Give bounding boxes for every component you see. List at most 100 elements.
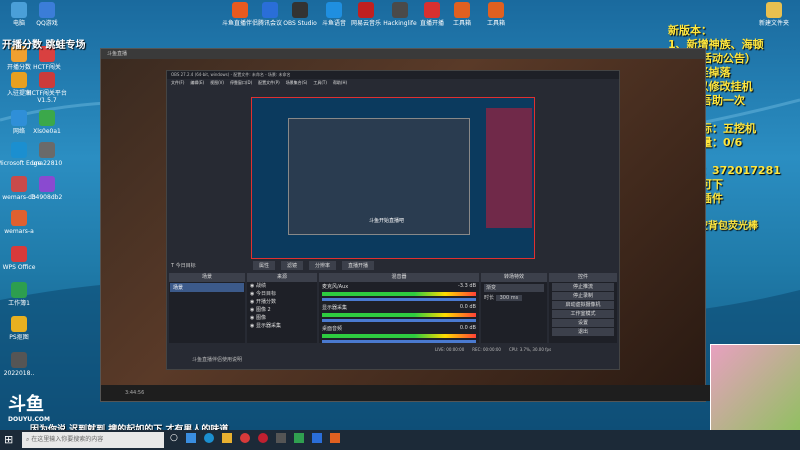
taskbar-app-icon[interactable] xyxy=(257,433,268,443)
scene-item[interactable]: 场景 xyxy=(170,283,244,292)
desktop-icon[interactable]: 工作簿1 xyxy=(0,282,46,307)
desktop-icon-label: wemars-a xyxy=(4,228,34,235)
obs-tab[interactable]: 属性 xyxy=(253,261,276,270)
obs-titlebar[interactable]: OBS 27.2.4 (64-bit, windows) - 配置文件: 未命名… xyxy=(167,71,619,79)
obs-title: OBS 27.2.4 (64-bit, windows) - 配置文件: 未命名… xyxy=(171,72,291,77)
bottom-hint[interactable]: 斗鱼直播伴侣使用说明 xyxy=(192,356,242,363)
control-button[interactable]: 退出 xyxy=(552,328,614,336)
obs-tab[interactable]: 分辨率 xyxy=(309,261,337,270)
taskbar-apps: ○ xyxy=(170,433,340,443)
taskbar-app-icon[interactable] xyxy=(185,433,196,443)
volume-slider[interactable] xyxy=(322,340,476,343)
app-icon xyxy=(766,2,782,18)
nested-caption: 斗鱼开始直播吧 xyxy=(369,218,405,224)
search-placeholder: 在这里输入你要搜索的内容 xyxy=(31,436,104,443)
obs-tab[interactable]: 滤镜 xyxy=(281,261,304,270)
source-item[interactable]: ◉ 图像 2 xyxy=(247,306,317,314)
volume-meter xyxy=(322,292,476,296)
duration-input[interactable]: 300 ms xyxy=(495,295,523,301)
taskbar: ⊞ ⌕ 在这里输入你要搜索的内容 ○ xyxy=(0,430,800,450)
app-icon xyxy=(11,352,27,368)
menu-item[interactable]: 编辑(E) xyxy=(190,80,204,85)
app-icon xyxy=(488,2,504,18)
desktop-icon[interactable]: 34908db2 xyxy=(20,176,74,201)
menu-item[interactable]: 停靠窗口(D) xyxy=(230,80,252,85)
control-button[interactable]: 停止推流 xyxy=(552,283,614,291)
app-icon xyxy=(39,72,55,88)
control-button[interactable]: 停止录制 xyxy=(552,292,614,300)
control-button[interactable]: 设置 xyxy=(552,319,614,327)
app-icon xyxy=(39,2,55,18)
overlay-left-text2: 跳蛙专场 xyxy=(45,40,86,51)
streamer-avatar xyxy=(710,344,800,432)
obs-window[interactable]: OBS 27.2.4 (64-bit, windows) - 配置文件: 未命名… xyxy=(166,70,620,370)
desktop-icon[interactable]: QQ游戏 xyxy=(20,2,74,27)
controls-panel: 控件 停止推流 停止录制 启动虚拟摄像机 工作室模式 设置 退出 xyxy=(549,273,617,343)
source-item[interactable]: ◉ 今日目标 xyxy=(247,290,317,298)
app-icon xyxy=(11,316,27,332)
taskbar-app-icon[interactable] xyxy=(239,433,250,443)
source-label: 今日目标 xyxy=(255,291,276,297)
channel-name: 桌面音频 xyxy=(322,326,343,332)
obs-tab[interactable]: 直播开播 xyxy=(342,261,375,270)
window-titlebar[interactable]: 斗鱼直播 xyxy=(101,49,705,59)
app-icon xyxy=(11,282,27,298)
desktop-icon[interactable]: WPS Office xyxy=(0,246,46,271)
channel-name: 麦克风/Aux xyxy=(322,284,349,290)
sources-title: 来源 xyxy=(247,273,317,282)
obs-statusbar: LIVE: 00:00:00 REC: 00:00:00 CPU: 3.7%, 30… xyxy=(435,347,551,352)
window-title: 斗鱼直播 xyxy=(107,51,128,57)
mixer-channel: 桌面音频 0.0 dB xyxy=(319,324,479,345)
menu-item[interactable]: 视图(V) xyxy=(210,80,224,85)
source-item[interactable]: ◉ 开播分数 xyxy=(247,298,317,306)
search-box[interactable]: ⌕ 在这里输入你要搜索的内容 xyxy=(22,432,164,448)
scenes-panel: 场景 场景 xyxy=(169,273,245,343)
desktop-icon[interactable]: Xls0e0a1 xyxy=(20,110,74,135)
desktop-icon[interactable]: una22810 xyxy=(20,142,74,167)
control-button[interactable]: 启动虚拟摄像机 xyxy=(552,301,614,309)
menu-item[interactable]: 配置文件(P) xyxy=(258,80,280,85)
app-icon xyxy=(11,246,27,262)
transition-select[interactable]: 渐变 xyxy=(484,284,544,292)
source-item[interactable]: ◉ 显示器采集 xyxy=(247,322,317,330)
taskbar-app-icon[interactable] xyxy=(203,433,214,443)
desktop-icon[interactable]: 工具箱 xyxy=(469,2,523,27)
source-label: 图像 2 xyxy=(255,307,271,313)
taskbar-app-icon[interactable] xyxy=(275,433,286,443)
desktop-icon-label: 2022018.. xyxy=(3,370,35,377)
menu-item[interactable]: 场景集合(S) xyxy=(286,80,308,85)
app-icon xyxy=(358,2,374,18)
control-button[interactable]: 工作室模式 xyxy=(552,310,614,318)
taskbar-app-icon[interactable] xyxy=(329,433,340,443)
source-item[interactable]: ◉ 战绩 xyxy=(247,282,317,290)
menu-item[interactable]: 工具(T) xyxy=(313,80,327,85)
volume-meter xyxy=(322,313,476,317)
taskbar-app-icon[interactable] xyxy=(221,433,232,443)
start-button[interactable]: ⊞ xyxy=(4,434,16,446)
source-item[interactable]: ◉ 图像 xyxy=(247,314,317,322)
app-icon xyxy=(39,110,55,126)
obs-menubar: 文件(F) 编辑(E) 视图(V) 停靠窗口(D) 配置文件(P) 场景集合(S) 工具(T… xyxy=(167,79,619,87)
taskbar-app-icon[interactable] xyxy=(311,433,322,443)
mixer-title: 混音器 xyxy=(319,273,479,282)
desktop-icon[interactable]: PS抠图 xyxy=(0,316,46,341)
desktop-icon[interactable]: wemars-a xyxy=(0,210,46,235)
task-view-icon[interactable]: ○ xyxy=(170,433,178,443)
desktop-icon[interactable]: 2022018.. xyxy=(0,352,46,377)
mixer-panel: 混音器 麦克风/Aux -3.3 dB 显示器采集 0.0 dB 桌面音频 0.0 dB xyxy=(319,273,479,343)
desktop-icon-label: 工具箱 xyxy=(486,20,505,27)
menu-item[interactable]: 帮助(H) xyxy=(333,80,347,85)
desktop-icon-label: Xls0e0a1 xyxy=(33,128,61,135)
desktop-icon[interactable]: HCTF闯关平台V1.5.7 xyxy=(20,72,74,104)
preview-side-text xyxy=(486,108,532,228)
duration-label: 时长 xyxy=(484,295,495,301)
taskbar-app-icon[interactable] xyxy=(293,433,304,443)
app-icon xyxy=(39,176,55,192)
desktop-icon-label: una22810 xyxy=(31,160,63,167)
volume-slider[interactable] xyxy=(322,298,476,301)
volume-slider[interactable] xyxy=(322,319,476,322)
obs-preview[interactable]: 斗鱼开始直播吧 xyxy=(251,97,535,259)
menu-item[interactable]: 文件(F) xyxy=(171,80,184,85)
channel-db: 0.0 dB xyxy=(459,304,476,310)
desktop-icon-label: QQ游戏 xyxy=(36,20,58,27)
